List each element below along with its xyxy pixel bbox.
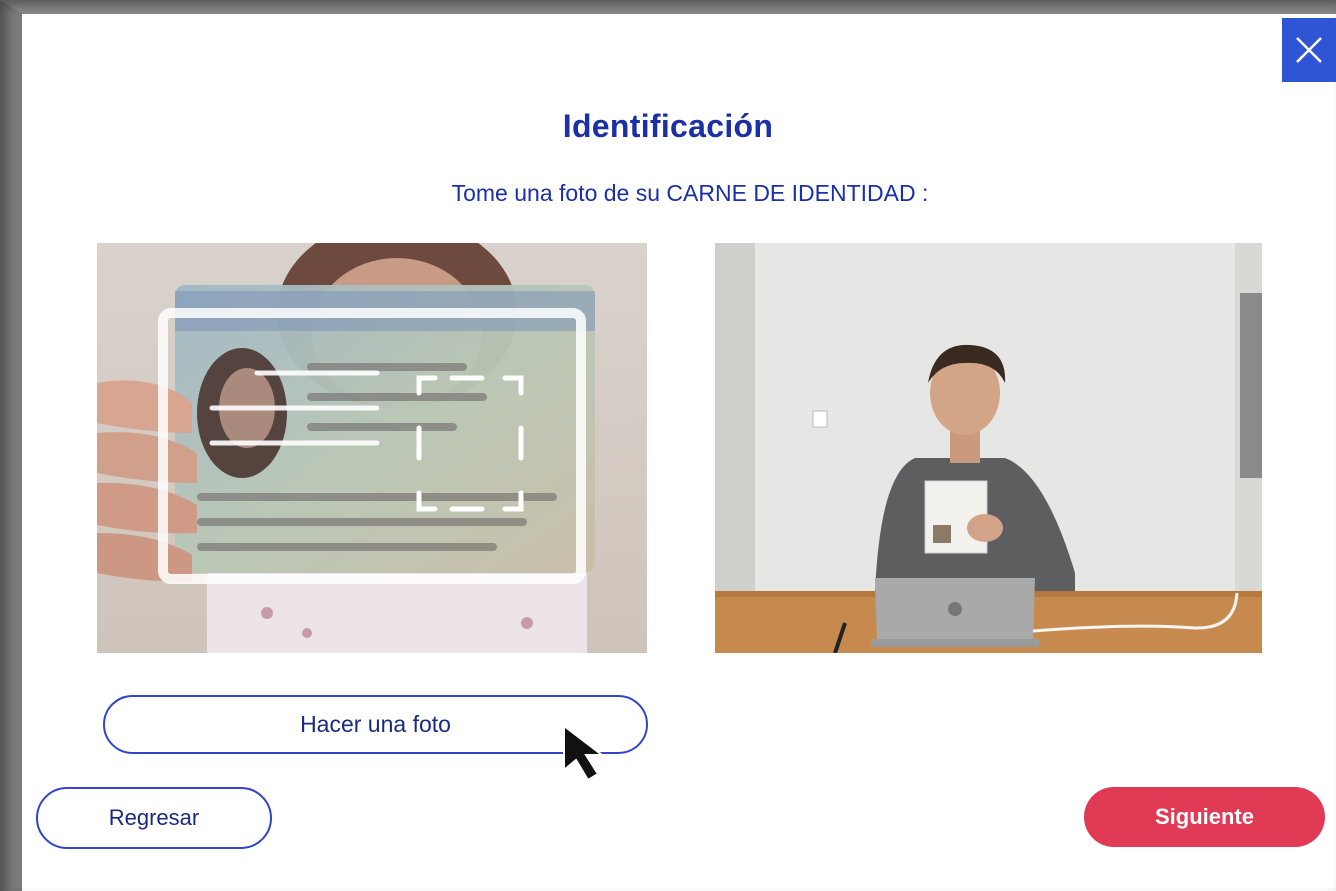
page-subtitle: Tome una foto de su CARNE DE IDENTIDAD : <box>451 180 929 206</box>
close-button[interactable] <box>1282 18 1336 82</box>
close-icon <box>1296 37 1322 63</box>
next-button[interactable]: Siguiente <box>1084 787 1325 847</box>
instruction-illustration <box>715 243 1262 653</box>
back-button[interactable]: Regresar <box>36 787 272 849</box>
page-title: Identificación <box>562 108 774 144</box>
mouse-cursor-icon <box>563 723 605 782</box>
camera-preview <box>97 243 647 653</box>
